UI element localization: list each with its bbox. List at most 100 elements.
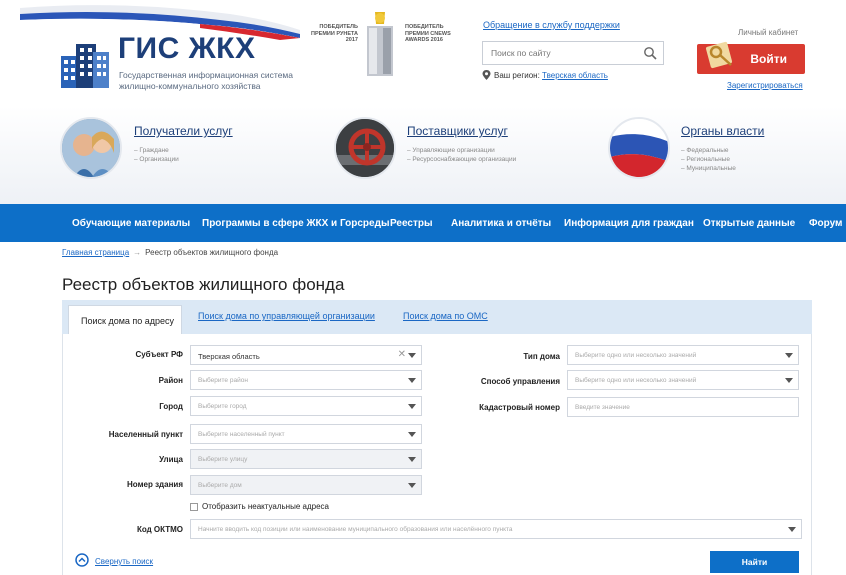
cadastral-label: Кадастровый номер bbox=[479, 403, 560, 412]
category-sub-item[interactable]: – Управляющие организации bbox=[407, 146, 516, 155]
tab-search-by-org[interactable]: Поиск дома по управляющей организации bbox=[198, 311, 375, 321]
district-placeholder: Выберите район bbox=[198, 377, 248, 384]
city-select[interactable]: Выберите город bbox=[190, 396, 422, 416]
find-button[interactable]: Найти bbox=[710, 551, 799, 573]
nav-item-training[interactable]: Обучающие материалы bbox=[72, 218, 190, 229]
nav-item-open-data[interactable]: Открытые данные bbox=[703, 218, 795, 229]
valve-icon bbox=[336, 119, 394, 177]
nav-item-programs[interactable]: Программы в сфере ЖКХ и Горсреды bbox=[202, 218, 390, 229]
house-type-select[interactable]: Выберите одно или несколько значений bbox=[567, 345, 799, 365]
service-recipients-image[interactable] bbox=[60, 117, 122, 179]
chevron-down-icon[interactable] bbox=[408, 457, 416, 462]
search-input[interactable] bbox=[483, 42, 633, 64]
nav-item-analytics[interactable]: Аналитика и отчёты bbox=[451, 218, 551, 229]
subject-select[interactable]: Тверская область ✕ bbox=[190, 345, 422, 365]
chevron-up-icon[interactable] bbox=[75, 553, 89, 567]
oktmo-select[interactable]: Начните вводить код позиции или наименов… bbox=[190, 519, 802, 539]
building-label: Номер здания bbox=[127, 480, 183, 489]
chevron-down-icon[interactable] bbox=[788, 527, 796, 532]
chevron-down-icon[interactable] bbox=[408, 353, 416, 358]
city-placeholder: Выберите город bbox=[198, 403, 247, 410]
category-sub-item[interactable]: – Граждане bbox=[134, 146, 179, 155]
breadcrumb-home[interactable]: Главная страница bbox=[62, 248, 129, 257]
location-pin-icon bbox=[482, 70, 491, 80]
search-icon[interactable] bbox=[643, 46, 657, 60]
category-title-recipients[interactable]: Получатели услуг bbox=[134, 124, 233, 138]
category-sub-item[interactable]: – Федеральные bbox=[681, 146, 736, 155]
category-title-authorities[interactable]: Органы власти bbox=[681, 124, 764, 138]
logo-title[interactable]: ГИС ЖКХ bbox=[118, 32, 256, 66]
chevron-down-icon[interactable] bbox=[408, 378, 416, 383]
region-selector: Ваш регион: Тверская область bbox=[482, 70, 608, 80]
category-title-providers[interactable]: Поставщики услуг bbox=[407, 124, 508, 138]
street-label: Улица bbox=[159, 455, 183, 464]
tab-search-by-address[interactable]: Поиск дома по адресу bbox=[68, 305, 182, 334]
register-link[interactable]: Зарегистрироваться bbox=[727, 81, 803, 90]
logo-building-icon bbox=[61, 44, 109, 88]
oktmo-label: Код ОКТМО bbox=[136, 525, 183, 534]
trophy-icon bbox=[367, 12, 393, 76]
house-type-placeholder: Выберите одно или несколько значений bbox=[575, 352, 697, 359]
house-type-label: Тип дома bbox=[523, 352, 560, 361]
clear-icon[interactable]: ✕ bbox=[398, 349, 406, 360]
region-label: Ваш регион: bbox=[494, 71, 540, 80]
nav-item-forum[interactable]: Форум bbox=[809, 218, 842, 229]
service-providers-image[interactable] bbox=[334, 117, 396, 179]
settlement-select[interactable]: Выберите населенный пункт bbox=[190, 424, 422, 444]
category-sub-item[interactable]: – Организации bbox=[134, 155, 179, 164]
nav-item-registries[interactable]: Реестры bbox=[390, 218, 433, 229]
russian-flag-icon bbox=[610, 119, 668, 177]
chevron-down-icon[interactable] bbox=[785, 378, 793, 383]
region-link[interactable]: Тверская область bbox=[542, 71, 608, 80]
breadcrumb: Главная страница → Реестр объектов жилищно… bbox=[62, 248, 278, 257]
logo-subtitle: Государственная информационная система ж… bbox=[119, 70, 293, 91]
district-label: Район bbox=[158, 376, 183, 385]
category-subs-authorities: – Федеральные – Региональные – Муниципал… bbox=[681, 146, 736, 173]
street-select[interactable]: Выберите улицу bbox=[190, 449, 422, 469]
mgmt-placeholder: Выберите одно или несколько значений bbox=[575, 377, 697, 384]
support-link[interactable]: Обращение в службу поддержки bbox=[483, 20, 620, 30]
site-header: ГИС ЖКХ Государственная информационная с… bbox=[0, 0, 846, 106]
settlement-placeholder: Выберите населенный пункт bbox=[198, 431, 285, 438]
building-select[interactable]: Выберите дом bbox=[190, 475, 422, 495]
category-sub-item[interactable]: – Муниципальные bbox=[681, 164, 736, 173]
cadastral-placeholder: Введите значение bbox=[575, 404, 630, 411]
site-search[interactable] bbox=[482, 41, 664, 65]
categories-band: Получатели услуг – Граждане – Организаци… bbox=[0, 106, 846, 204]
search-tabs: Поиск дома по адресу Поиск дома по управ… bbox=[62, 300, 812, 334]
page-title: Реестр объектов жилищного фонда bbox=[62, 275, 345, 294]
people-icon bbox=[62, 119, 120, 177]
key-icon bbox=[705, 41, 733, 69]
main-nav: Обучающие материалы Программы в сфере ЖК… bbox=[0, 204, 846, 242]
oktmo-placeholder: Начните вводить код позиции или наименов… bbox=[198, 526, 513, 533]
chevron-down-icon[interactable] bbox=[408, 432, 416, 437]
street-placeholder: Выберите улицу bbox=[198, 456, 248, 463]
settlement-label: Населенный пункт bbox=[108, 430, 183, 439]
category-sub-item[interactable]: – Ресурсоснабжающие организации bbox=[407, 155, 516, 164]
chevron-down-icon[interactable] bbox=[408, 404, 416, 409]
award-cnews: ПОБЕДИТЕЛЬ ПРЕМИИ CNEWS AWARDS 2016 bbox=[405, 24, 451, 43]
award-runet: ПОБЕДИТЕЛЬ ПРЕМИИ РУНЕТА 2017 bbox=[311, 24, 358, 43]
category-subs-recipients: – Граждане – Организации bbox=[134, 146, 179, 164]
mgmt-label: Способ управления bbox=[480, 377, 560, 386]
category-subs-providers: – Управляющие организации – Ресурсоснабж… bbox=[407, 146, 516, 164]
irrelevant-addresses-label[interactable]: Отобразить неактуальные адреса bbox=[202, 502, 329, 511]
subject-value: Тверская область bbox=[198, 352, 260, 361]
chevron-down-icon[interactable] bbox=[408, 483, 416, 488]
breadcrumb-separator: → bbox=[133, 248, 142, 257]
nav-item-citizens[interactable]: Информация для граждан bbox=[564, 218, 694, 229]
cadastral-input[interactable]: Введите значение bbox=[567, 397, 799, 417]
chevron-down-icon[interactable] bbox=[785, 353, 793, 358]
subject-label: Субъект РФ bbox=[135, 350, 183, 359]
collapse-search-link[interactable]: Свернуть поиск bbox=[95, 557, 153, 566]
city-label: Город bbox=[159, 402, 183, 411]
category-sub-item[interactable]: – Региональные bbox=[681, 155, 736, 164]
breadcrumb-current: Реестр объектов жилищного фонда bbox=[145, 248, 279, 257]
authorities-image[interactable] bbox=[608, 117, 670, 179]
irrelevant-addresses-checkbox[interactable] bbox=[190, 503, 198, 511]
tab-search-by-oms[interactable]: Поиск дома по ОМС bbox=[403, 311, 488, 321]
mgmt-select[interactable]: Выберите одно или несколько значений bbox=[567, 370, 799, 390]
district-select[interactable]: Выберите район bbox=[190, 370, 422, 390]
building-placeholder: Выберите дом bbox=[198, 482, 242, 489]
cabinet-label: Личный кабинет bbox=[738, 28, 799, 37]
